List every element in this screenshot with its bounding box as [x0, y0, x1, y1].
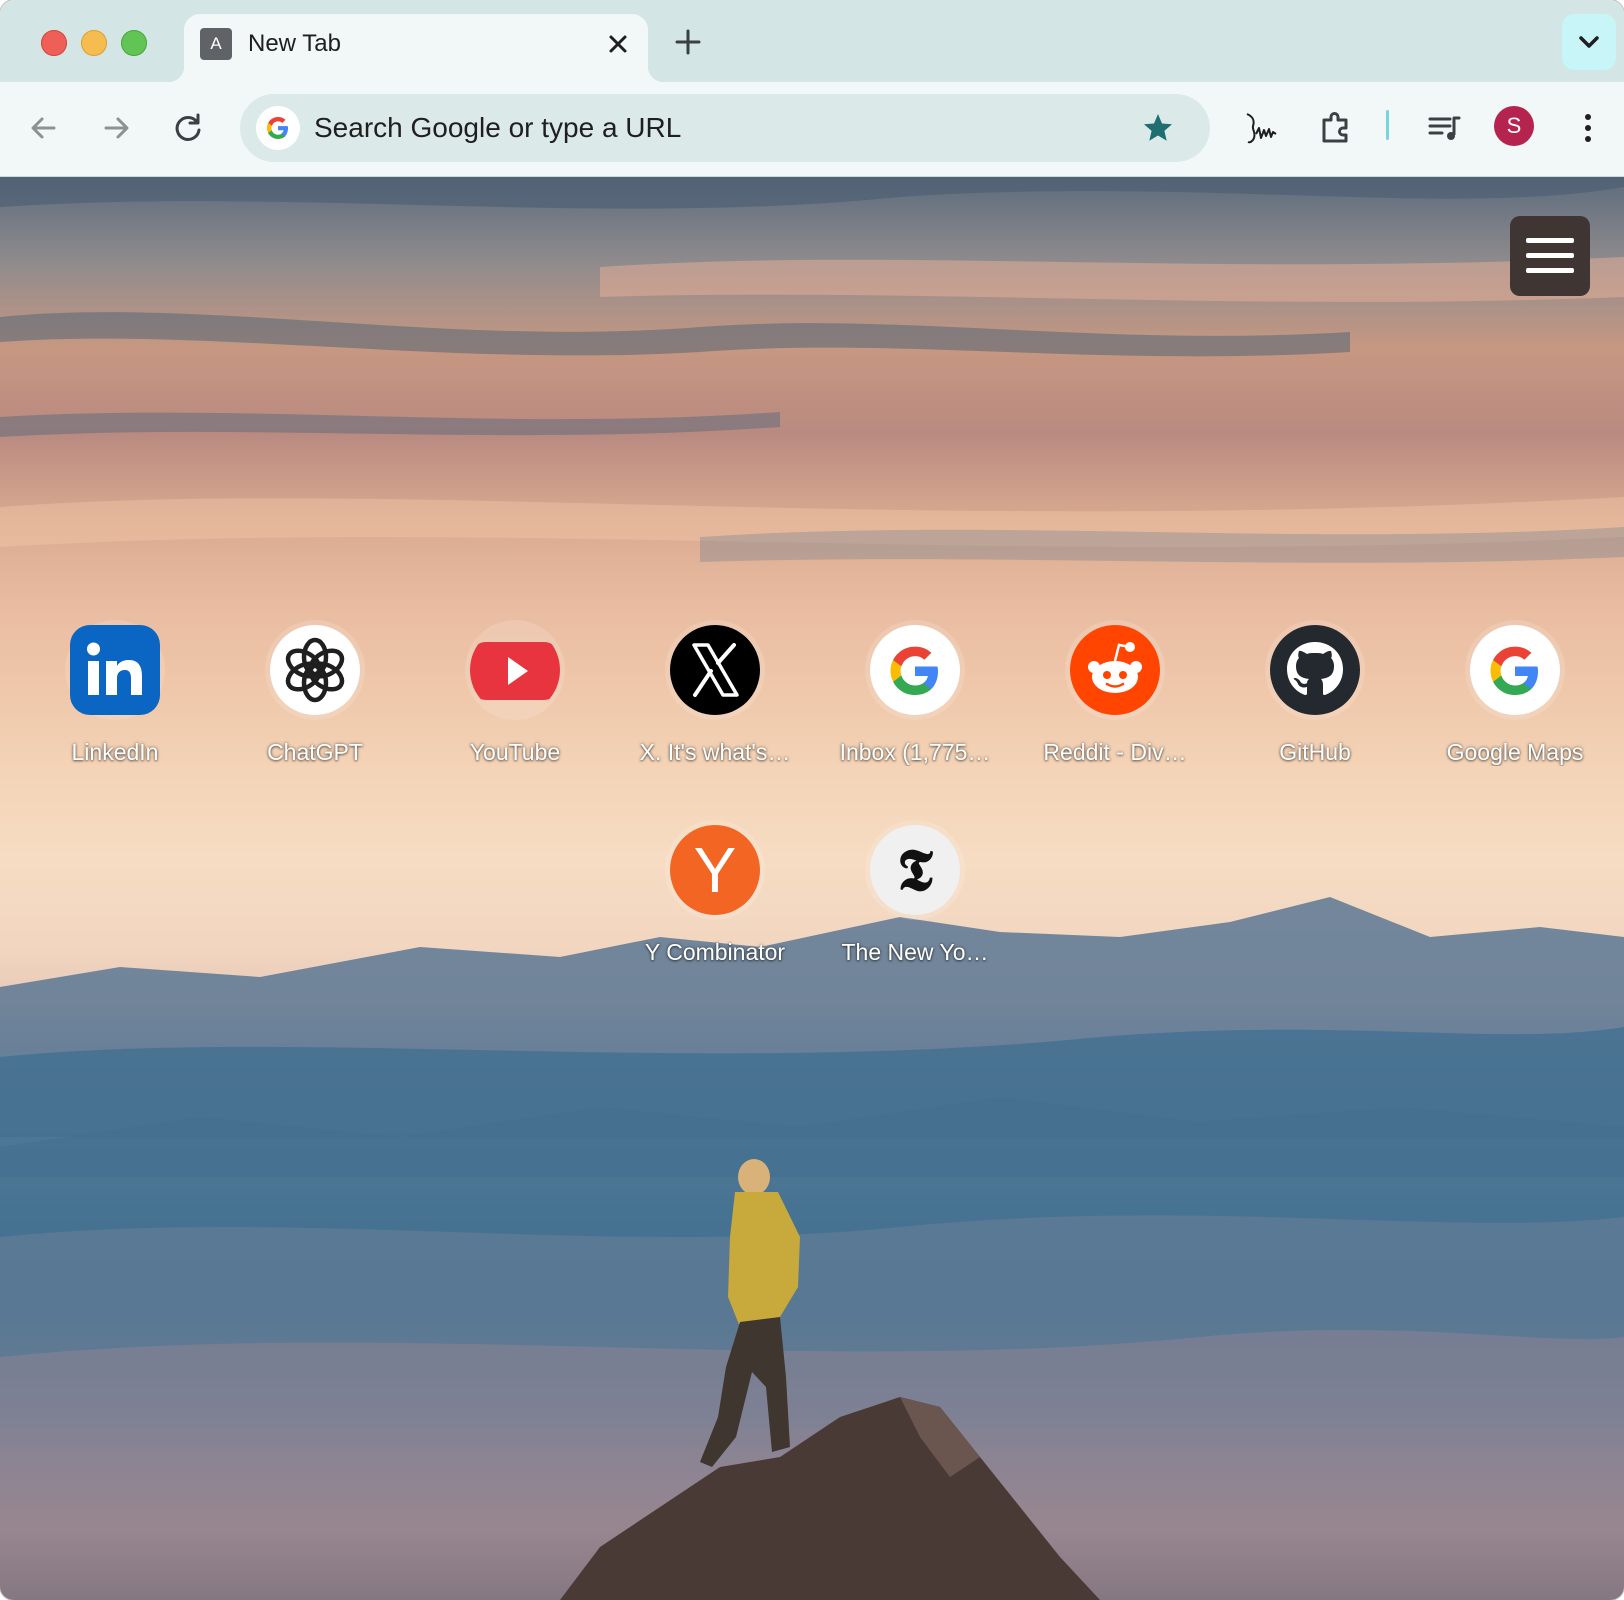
- shortcut-tile[interactable]: Reddit - Div…: [1020, 620, 1210, 800]
- google-icon: [870, 625, 960, 715]
- voice-wave-extension-icon: [1246, 113, 1277, 144]
- more-vertical-icon: [1585, 114, 1591, 142]
- reddit-icon: [1070, 625, 1160, 715]
- chrome-menu-button[interactable]: [1568, 108, 1608, 148]
- media-controls-button[interactable]: [1424, 108, 1464, 148]
- menu-line-icon: [1526, 268, 1574, 273]
- chevron-down-icon: [1579, 36, 1599, 48]
- shortcut-tile[interactable]: Y Y Combinator: [620, 820, 810, 1000]
- extensions-button[interactable]: [1316, 108, 1356, 148]
- google-icon: [1470, 625, 1560, 715]
- tab-close-button[interactable]: [602, 28, 634, 60]
- new-tab-page: LinkedIn ChatGPT YouTube X. It's what's……: [0, 177, 1624, 1600]
- google-icon: [256, 106, 300, 150]
- shortcut-tile[interactable]: ChatGPT: [220, 620, 410, 800]
- star-icon: [1144, 114, 1172, 141]
- close-window-button[interactable]: [41, 30, 67, 56]
- youtube-icon: [470, 625, 560, 715]
- plus-icon: [675, 29, 701, 55]
- shortcut-label: Google Maps: [1446, 739, 1584, 765]
- shortcut-tile[interactable]: YouTube: [420, 620, 610, 800]
- tab-search-button[interactable]: [1562, 14, 1616, 70]
- shortcut-icon-wrapper: Y: [665, 820, 765, 920]
- shortcut-label: The New Yo…: [841, 939, 989, 965]
- reload-button[interactable]: [168, 108, 208, 148]
- shortcut-icon-wrapper: [1265, 620, 1365, 720]
- minimize-window-button[interactable]: [81, 30, 107, 56]
- shortcut-tile[interactable]: LinkedIn: [20, 620, 210, 800]
- shortcut-label: LinkedIn: [71, 739, 159, 765]
- tab-strip: A New Tab: [0, 0, 1624, 82]
- shortcut-tile[interactable]: GitHub: [1220, 620, 1410, 800]
- shortcut-tile[interactable]: Inbox (1,775…: [820, 620, 1010, 800]
- toolbar-divider: [1386, 110, 1389, 140]
- shortcut-label: Reddit - Div…: [1043, 739, 1187, 765]
- profile-avatar-button[interactable]: S: [1494, 106, 1534, 146]
- nytimes-icon: 𝕿: [870, 825, 960, 915]
- shortcut-icon-wrapper: [65, 620, 165, 720]
- hamburger-menu-button[interactable]: [1510, 216, 1590, 296]
- shortcut-icon-wrapper: [265, 620, 365, 720]
- close-icon: [609, 35, 627, 53]
- arrow-right-icon: [104, 117, 129, 139]
- bookmark-star-button[interactable]: [1140, 110, 1176, 146]
- shortcut-tile[interactable]: Google Maps: [1420, 620, 1610, 800]
- shortcut-label: Inbox (1,775…: [839, 739, 991, 765]
- tab-favicon-icon: A: [200, 28, 232, 60]
- shortcut-label: ChatGPT: [267, 739, 363, 765]
- shortcut-label: YouTube: [469, 739, 561, 765]
- shortcut-icon-wrapper: [1465, 620, 1565, 720]
- shortcut-tile[interactable]: 𝕿 The New Yo…: [820, 820, 1010, 1000]
- ycombinator-icon: Y: [670, 825, 760, 915]
- shortcut-icon-wrapper: 𝕿: [865, 820, 965, 920]
- puzzle-icon: [1322, 112, 1348, 143]
- reload-icon: [175, 113, 201, 141]
- extension-button[interactable]: [1242, 108, 1282, 148]
- back-button[interactable]: [24, 108, 64, 148]
- maximize-window-button[interactable]: [121, 30, 147, 56]
- shortcut-tile[interactable]: X. It's what's…: [620, 620, 810, 800]
- shortcut-icon-wrapper: [465, 620, 565, 720]
- browser-window: A New Tab Search Google or type a URL S …: [0, 0, 1624, 1600]
- mountain-landscape-background: [0, 177, 1624, 1600]
- chatgpt-icon: [270, 625, 360, 715]
- address-bar-placeholder: Search Google or type a URL: [314, 112, 682, 143]
- forward-button[interactable]: [96, 108, 136, 148]
- shortcut-label: X. It's what's…: [639, 739, 791, 765]
- x-icon: [670, 625, 760, 715]
- address-bar[interactable]: Search Google or type a URL: [240, 94, 1210, 162]
- tab-new-tab[interactable]: A New Tab: [168, 14, 664, 82]
- linkedin-icon: [70, 625, 160, 715]
- queue-music-icon: [1428, 116, 1461, 140]
- shortcut-icon-wrapper: [865, 620, 965, 720]
- toolbar: Search Google or type a URL S: [0, 82, 1624, 177]
- menu-line-icon: [1526, 238, 1574, 243]
- shortcut-label: Y Combinator: [644, 939, 786, 965]
- tab-title: New Tab: [248, 30, 341, 57]
- shortcut-icon-wrapper: [665, 620, 765, 720]
- new-tab-button[interactable]: [672, 26, 704, 58]
- arrow-left-icon: [31, 117, 56, 139]
- shortcut-icon-wrapper: [1065, 620, 1165, 720]
- menu-line-icon: [1526, 253, 1574, 258]
- github-icon: [1270, 625, 1360, 715]
- shortcut-label: GitHub: [1279, 739, 1351, 765]
